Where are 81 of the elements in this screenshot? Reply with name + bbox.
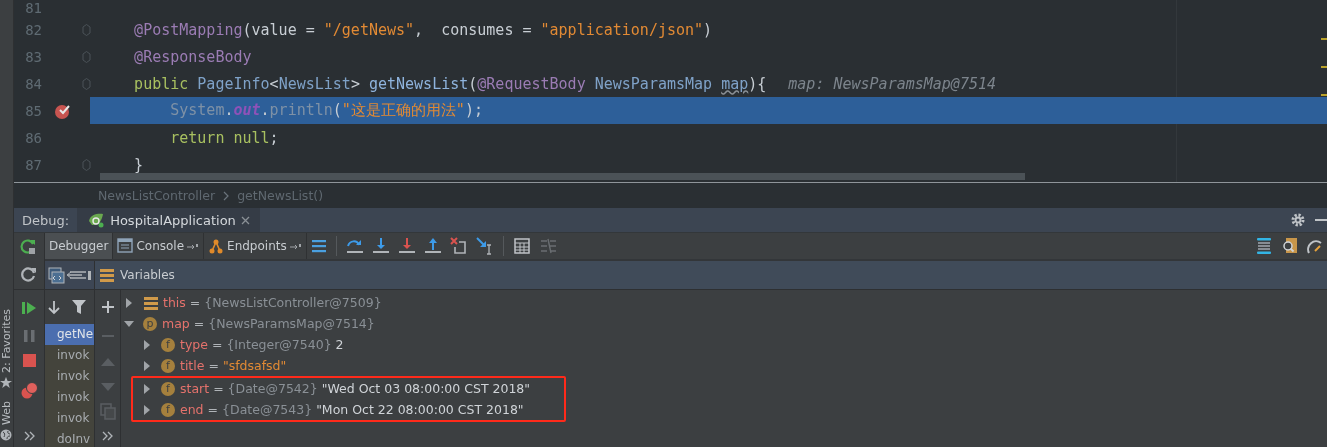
line-number: 87 (24, 156, 42, 173)
list-icon[interactable] (310, 237, 327, 255)
rerun-icon[interactable] (20, 238, 38, 256)
step-over-icon[interactable] (345, 237, 364, 255)
run-tab[interactable]: HospitalApplication (77, 208, 260, 232)
code-line: @PostMapping(value = "/getNews", consumes = "application/json") (133, 20, 713, 39)
variable-entry: end = {Date@7543} "Mon Oct 22 08:00:00 CST 2018" (180, 402, 524, 417)
line-number: 81 (24, 0, 42, 16)
field-badge: f (161, 358, 175, 373)
line-number: 83 (24, 48, 42, 65)
stack-frame[interactable]: invok (45, 387, 94, 408)
fold-marker-icon[interactable] (82, 77, 91, 90)
drop-frame-icon[interactable] (449, 237, 468, 255)
chevron-icon (223, 190, 230, 201)
debugger-tab[interactable]: Console (113, 233, 205, 259)
layout-icon[interactable] (48, 266, 65, 284)
stack-frame[interactable]: getNe (45, 324, 94, 345)
run-to-cursor-icon[interactable] (475, 237, 494, 255)
debugger-tab[interactable]: Debugger (45, 233, 114, 259)
scrollbar-thumb[interactable] (100, 173, 1025, 180)
variables-icon (99, 267, 115, 283)
endpoints-icon (208, 238, 225, 254)
panel-label: Debug: (21, 212, 70, 228)
stream-icon[interactable] (1255, 237, 1273, 255)
line-number: 82 (24, 21, 42, 38)
fold-marker-icon[interactable] (82, 158, 91, 171)
sidebar-tab[interactable]: Web (0, 401, 13, 441)
star-icon (0, 377, 13, 389)
variable-entry: map = {NewsParamsMap@7514} (162, 316, 375, 331)
field-badge: f (161, 381, 175, 396)
breadcrumb-item[interactable]: NewsListController (98, 188, 216, 203)
leaf-icon (87, 212, 106, 228)
step-into-icon[interactable] (371, 237, 390, 255)
close-icon[interactable] (240, 215, 250, 225)
more-icon[interactable] (23, 431, 35, 441)
more-icon[interactable] (102, 431, 113, 441)
stack-frame[interactable]: doInv (45, 429, 94, 447)
filter-icon[interactable] (71, 299, 87, 315)
plus-icon[interactable] (100, 300, 115, 314)
field-badge: f (161, 402, 175, 417)
minimize-icon[interactable] (1315, 218, 1327, 222)
code-line: @ResponseBody (133, 47, 252, 66)
line-number: 84 (24, 75, 42, 92)
stack-frame[interactable]: invok (45, 408, 94, 429)
pin-icon[interactable] (289, 242, 302, 250)
console-icon (117, 238, 134, 254)
settings-icon[interactable] (1291, 213, 1305, 227)
inline-value-hint: map: NewsParamsMap@7514 (788, 74, 997, 93)
line-number: 86 (24, 129, 42, 146)
variable-entry: title = "sfdsafsd" (180, 358, 287, 373)
arrow-down-icon[interactable] (47, 299, 61, 315)
field-badge: f (161, 337, 175, 352)
code-line: return null; (169, 128, 279, 147)
breakpoint-icon[interactable] (54, 102, 70, 119)
object-icon (143, 294, 159, 311)
step-out-icon[interactable] (423, 237, 442, 255)
variable-entry: this = {NewsListController@7509} (163, 295, 382, 310)
fold-marker-icon[interactable] (82, 50, 91, 63)
code-line: public PageInfo<NewsList> getNewsList(@RequestBody NewsParamsMap map){ (133, 74, 767, 93)
variable-entry: type = {Integer@7540} 2 (180, 337, 344, 352)
gauge-icon[interactable] (1307, 237, 1323, 255)
stop-icon[interactable] (21, 352, 37, 368)
debugger-tab[interactable]: Endpoints (204, 233, 307, 259)
line-number: 85 (24, 102, 42, 119)
fold-marker-icon[interactable] (82, 23, 91, 36)
breadcrumb-item[interactable]: getNewsList() (237, 188, 324, 203)
calculator-icon[interactable] (512, 237, 531, 255)
force-step-into-icon[interactable] (397, 237, 416, 255)
variable-entry: start = {Date@7542} "Wed Oct 03 08:00:00 CST 2018" (180, 381, 531, 396)
panel-title: Variables (120, 268, 175, 282)
breakpoints-icon[interactable] (20, 381, 38, 399)
code-line: } (133, 155, 144, 174)
code-line: System.out.println("这是正确的用法"); (169, 101, 483, 120)
restore-icon[interactable] (20, 266, 38, 284)
pin-icon[interactable] (187, 242, 200, 250)
sidebar-tab[interactable]: 2: Favorites (0, 309, 13, 389)
parameter-badge: p (143, 316, 157, 331)
search-icon[interactable] (1281, 237, 1299, 255)
resume-icon[interactable] (21, 300, 37, 316)
stack-frame[interactable]: invok (45, 366, 94, 387)
stack-frame[interactable]: invok (45, 345, 94, 366)
